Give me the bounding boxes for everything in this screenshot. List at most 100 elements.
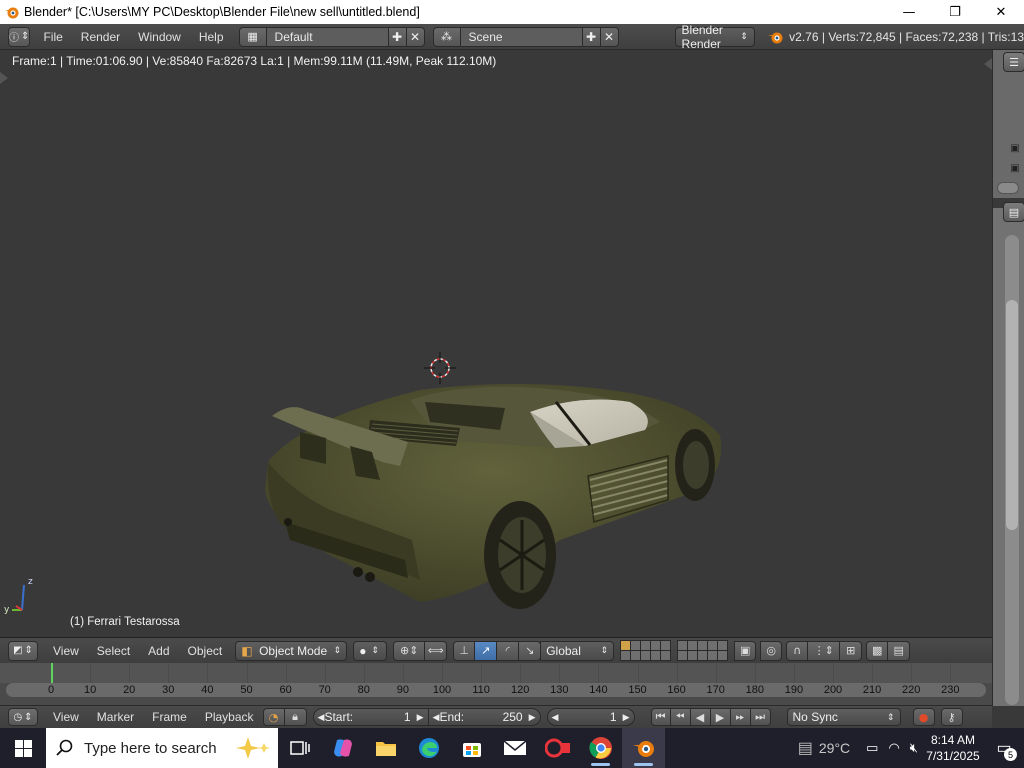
menu-render[interactable]: Render	[72, 30, 129, 44]
3d-view-editor-type-button[interactable]: ◩ ⇕	[8, 640, 38, 661]
weather-temperature[interactable]: 29°C	[819, 740, 850, 756]
timeline-editor-type-button[interactable]: ◷ ⇕	[8, 708, 38, 726]
use-preview-range-button[interactable]: ◔	[262, 708, 285, 726]
start-button[interactable]	[0, 728, 46, 768]
current-frame-indicator[interactable]	[51, 663, 53, 683]
lock-layers-button[interactable]: ▣	[734, 640, 757, 661]
lock-time-cursor-button[interactable]: 🔒︎	[284, 708, 307, 726]
taskbar-chrome[interactable]	[579, 728, 622, 768]
timeline-tick-label: 80	[357, 684, 370, 696]
menu-file[interactable]: File	[34, 30, 71, 44]
auto-keying-button[interactable]: ●	[912, 708, 935, 726]
scale-manipulator-button[interactable]: ↘	[519, 640, 542, 661]
scene-layers-grid-b[interactable]	[677, 640, 729, 661]
taskbar-store[interactable]	[450, 728, 493, 768]
weather-icon[interactable]: ▤	[798, 738, 813, 758]
rotate-manipulator-button[interactable]: ◜	[497, 640, 520, 661]
area-split-handle-icon[interactable]	[984, 58, 992, 70]
current-frame-field[interactable]: ◀ 1 ▶	[546, 708, 635, 726]
menu-help[interactable]: Help	[190, 30, 233, 44]
render-engine-dropdown[interactable]: Blender Render ⇕	[674, 23, 755, 51]
scene-field[interactable]: Scene	[460, 26, 583, 47]
menu-view[interactable]: View	[44, 644, 88, 658]
network-wifi-icon[interactable]: ◠	[888, 740, 899, 756]
play-reverse-button[interactable]: ◀	[690, 708, 711, 726]
add-scene-button[interactable]: ✚	[582, 26, 601, 47]
jump-to-keyframe-back-button[interactable]: ⏪︎	[670, 708, 691, 726]
x-icon: ✕	[410, 29, 421, 44]
screen-layout-field[interactable]: Default	[266, 26, 389, 47]
render-restrict-icon[interactable]: ▣	[1009, 162, 1021, 174]
outliner-scrollbar[interactable]	[997, 182, 1019, 194]
opengl-render-image-button[interactable]: ▩	[866, 640, 889, 661]
opengl-render-animation-button[interactable]: ▤	[888, 640, 911, 661]
volume-muted-icon[interactable]: 🔇︎	[910, 740, 918, 756]
taskbar-blender[interactable]	[622, 728, 665, 768]
transform-orientation-dropdown[interactable]: Global ⇕	[540, 640, 615, 661]
notification-center-button[interactable]: ▭ 5	[984, 728, 1024, 768]
menu-add[interactable]: Add	[139, 644, 178, 658]
3d-cursor-icon	[424, 352, 456, 384]
outliner-editor-type-button[interactable]: ☰	[1003, 52, 1024, 72]
area-split-handle-icon[interactable]	[0, 72, 8, 84]
manipulator-axes-button[interactable]: ⊥	[453, 640, 476, 661]
scene-browse-button[interactable]: ⁂	[432, 26, 461, 47]
decrement-arrow-icon: ◀	[432, 711, 440, 722]
properties-scrollbar-thumb[interactable]	[1006, 300, 1018, 530]
taskbar-mail[interactable]	[493, 728, 536, 768]
sync-mode-dropdown[interactable]: No Sync ⇕	[786, 708, 901, 726]
menu-window[interactable]: Window	[129, 30, 190, 44]
clock[interactable]: 8:14 AM 7/31/2025	[922, 732, 984, 764]
3d-viewport[interactable]: z y Frame:1 | Time:01:06.90 | Ve:85840 F…	[0, 50, 992, 637]
taskbar-search-box[interactable]: Type here to search	[46, 728, 278, 768]
timeline-menu-view[interactable]: View	[44, 710, 88, 724]
end-frame-field[interactable]: ◀ End: 250 ▶	[428, 708, 541, 726]
keying-set-button[interactable]: ⚷	[940, 708, 963, 726]
snap-element-dropdown[interactable]: ⋮⇕	[808, 640, 841, 661]
menu-object[interactable]: Object	[179, 644, 232, 658]
jump-to-start-button[interactable]: ⏮︎	[650, 708, 671, 726]
translate-manipulator-button[interactable]: ↗	[475, 640, 498, 661]
snap-target-button[interactable]: ⊞	[840, 640, 863, 661]
jump-to-end-button[interactable]: ⏭︎	[750, 708, 771, 726]
taskbar-file-explorer[interactable]	[364, 728, 407, 768]
properties-editor-type-button[interactable]: ▤	[1003, 202, 1024, 222]
remove-scene-button[interactable]: ✕	[600, 26, 619, 47]
add-screen-button[interactable]: ✚	[388, 26, 407, 47]
info-editor-type-button[interactable]: ⓘ ⇕	[8, 26, 31, 47]
minimize-button[interactable]: —	[886, 0, 932, 24]
outliner-area[interactable]	[993, 50, 1024, 198]
scene-selector: ⁂ Scene ✚ ✕	[432, 26, 619, 47]
proportional-editing-button[interactable]: ◎	[760, 640, 783, 661]
start-frame-field[interactable]: ◀ Start: 1 ▶	[312, 708, 429, 726]
pivot-point-dropdown[interactable]: ⊕⇕	[393, 640, 426, 661]
snap-toggle[interactable]: ∩	[786, 640, 809, 661]
timeline-gridline	[754, 663, 756, 683]
jump-to-keyframe-forward-button[interactable]: ⏩︎	[730, 708, 751, 726]
scene-layers-grid-a[interactable]	[620, 640, 672, 661]
meet-now-icon[interactable]: ▭	[866, 740, 878, 756]
timeline-menu-playback[interactable]: Playback	[196, 710, 263, 724]
close-button[interactable]: ✕	[978, 0, 1024, 24]
taskbar-edge[interactable]	[407, 728, 450, 768]
task-view-button[interactable]	[278, 728, 321, 768]
timeline-menu-marker[interactable]: Marker	[88, 710, 143, 724]
screen-layout-browse-button[interactable]: ▦	[238, 26, 267, 47]
menu-select[interactable]: Select	[88, 644, 139, 658]
timeline-gridline	[637, 663, 639, 683]
viewport-shading-dropdown[interactable]: ● ⇕	[353, 640, 388, 661]
play-button[interactable]: ▶	[710, 708, 731, 726]
taskbar-media-app[interactable]	[536, 728, 579, 768]
interaction-mode-dropdown[interactable]: ◧ Object Mode ⇕	[235, 640, 348, 661]
remove-screen-button[interactable]: ✕	[406, 26, 425, 47]
taskbar-copilot[interactable]	[321, 728, 364, 768]
timeline-menu-frame[interactable]: Frame	[143, 710, 196, 724]
timeline-gridline	[911, 663, 913, 683]
timeline-area[interactable]: 0 10 20 30 40 50 60 70 80 90 100 110 120 130 140 150 160…	[0, 663, 992, 705]
car-model[interactable]	[265, 384, 722, 609]
timeline-strip[interactable]	[0, 663, 992, 683]
camera-restrict-icon[interactable]: ▣	[1009, 142, 1021, 154]
maximize-button[interactable]: ❐	[932, 0, 978, 24]
manipulator-toggle[interactable]: ⟺	[425, 640, 448, 661]
pivot-icon: ⊕⇕	[399, 644, 419, 657]
